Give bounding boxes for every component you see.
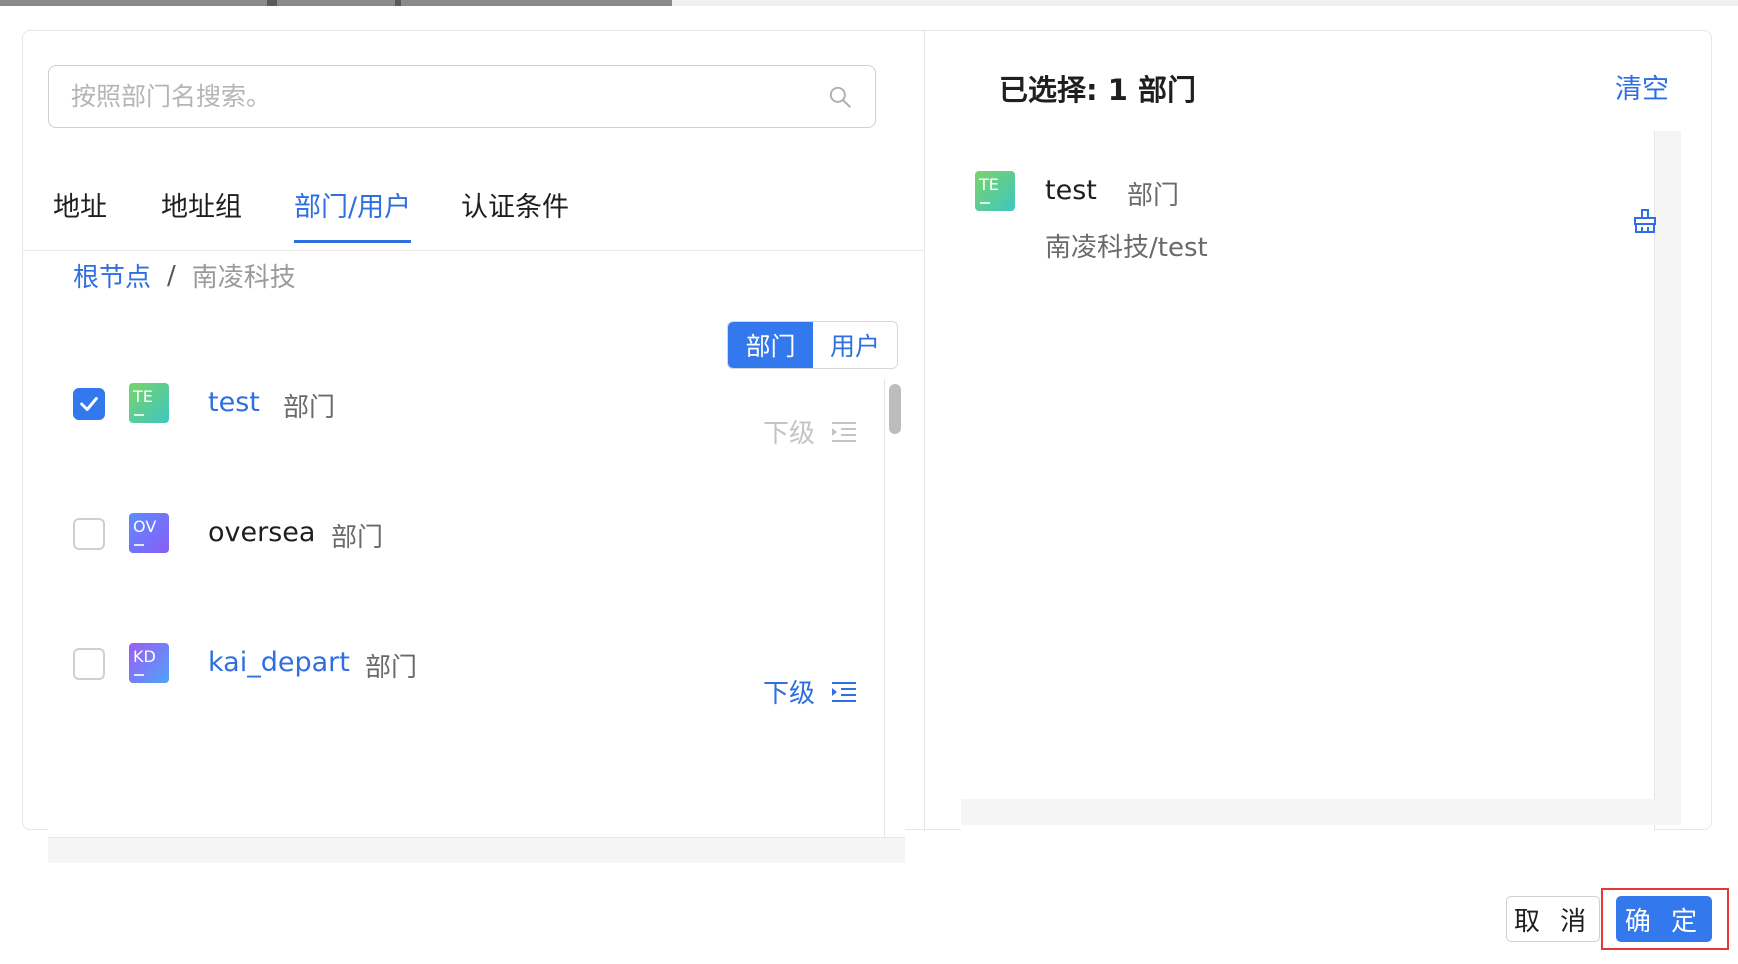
list-item[interactable]: OV oversea 部门 <box>73 503 873 563</box>
avatar: OV <box>129 513 169 553</box>
breadcrumb-separator: / <box>167 260 176 291</box>
sublevel-label: 下级 <box>763 419 816 449</box>
avatar-initials: OV <box>133 517 157 536</box>
top-strip-marker <box>395 0 401 6</box>
avatar-initials: KD <box>133 647 156 666</box>
check-icon <box>80 397 98 411</box>
selected-list-scrollbar[interactable] <box>1655 131 1681 825</box>
tab-department-user[interactable]: 部门/用户 <box>294 185 412 243</box>
sublevel-button[interactable]: 下级 <box>763 673 857 710</box>
dept-user-toggle: 部门 用户 <box>727 321 898 369</box>
row-type: 部门 <box>331 523 384 553</box>
left-panel: 地址 地址组 部门/用户 认证条件 根节点 / 南凌科技 部门 用户 TE <box>23 31 925 863</box>
sublevel-label: 下级 <box>763 679 816 709</box>
breadcrumb-root[interactable]: 根节点 <box>73 257 151 294</box>
selected-item-type: 部门 <box>1127 181 1180 211</box>
search-input[interactable] <box>71 82 827 111</box>
list-scrollbar[interactable] <box>884 379 905 841</box>
breadcrumb: 根节点 / 南凌科技 <box>73 257 296 294</box>
row-type: 部门 <box>283 393 336 423</box>
avatar-underline <box>980 202 990 204</box>
tab-address[interactable]: 地址 <box>53 185 107 240</box>
breadcrumb-current: 南凌科技 <box>191 263 296 293</box>
row-checkbox[interactable] <box>73 388 105 420</box>
selected-count-title: 已选择: 1 部门 <box>999 73 1196 107</box>
row-checkbox[interactable] <box>73 648 105 680</box>
indent-list-icon <box>832 681 857 702</box>
row-name[interactable]: kai_depart <box>208 647 350 678</box>
avatar-underline <box>134 544 144 546</box>
top-strip-dark <box>0 0 672 6</box>
sublevel-button[interactable]: 下级 <box>763 413 857 450</box>
cancel-button[interactable]: 取 消 <box>1506 896 1600 942</box>
avatar-underline <box>134 674 144 676</box>
avatar: KD <box>129 643 169 683</box>
clear-button[interactable]: 清空 <box>1615 67 1669 106</box>
indent-list-icon <box>832 421 857 442</box>
row-checkbox[interactable] <box>73 518 105 550</box>
row-name: oversea <box>208 517 316 548</box>
scrollbar-thumb[interactable] <box>889 384 901 434</box>
row-name[interactable]: test <box>208 387 260 418</box>
avatar: TE <box>975 171 1015 211</box>
top-strip-marker <box>267 0 277 6</box>
tab-address-group[interactable]: 地址组 <box>161 185 242 240</box>
toggle-user[interactable]: 用户 <box>813 322 897 368</box>
tab-bar: 地址 地址组 部门/用户 认证条件 <box>23 161 925 251</box>
avatar-initials: TE <box>133 387 153 406</box>
toggle-department[interactable]: 部门 <box>728 322 813 368</box>
tab-auth-conditions[interactable]: 认证条件 <box>461 185 569 240</box>
list-item[interactable]: KD kai_depart 部门 下级 <box>73 633 873 709</box>
window-top-strip <box>0 0 1738 6</box>
department-select-dialog: 地址 地址组 部门/用户 认证条件 根节点 / 南凌科技 部门 用户 TE <box>22 30 1713 863</box>
list-item[interactable]: TE test 部门 下级 <box>73 373 873 449</box>
selected-item-name: test <box>1045 175 1097 206</box>
selected-list-horizontal-scrollbar[interactable] <box>961 799 1681 825</box>
confirm-button-highlight <box>1601 888 1729 950</box>
avatar-underline <box>134 414 144 416</box>
clear-brush-icon[interactable] <box>1631 207 1659 235</box>
selected-panel: 已选择: 1 部门 清空 TE test 部门 南凌科技/test <box>925 31 1713 831</box>
row-type: 部门 <box>365 653 418 683</box>
avatar-initials: TE <box>979 175 999 194</box>
list-horizontal-scrollbar[interactable] <box>48 837 905 863</box>
search-box <box>48 65 876 128</box>
avatar: TE <box>129 383 169 423</box>
selected-item-path: 南凌科技/test <box>1045 233 1208 263</box>
search-icon[interactable] <box>827 84 853 110</box>
